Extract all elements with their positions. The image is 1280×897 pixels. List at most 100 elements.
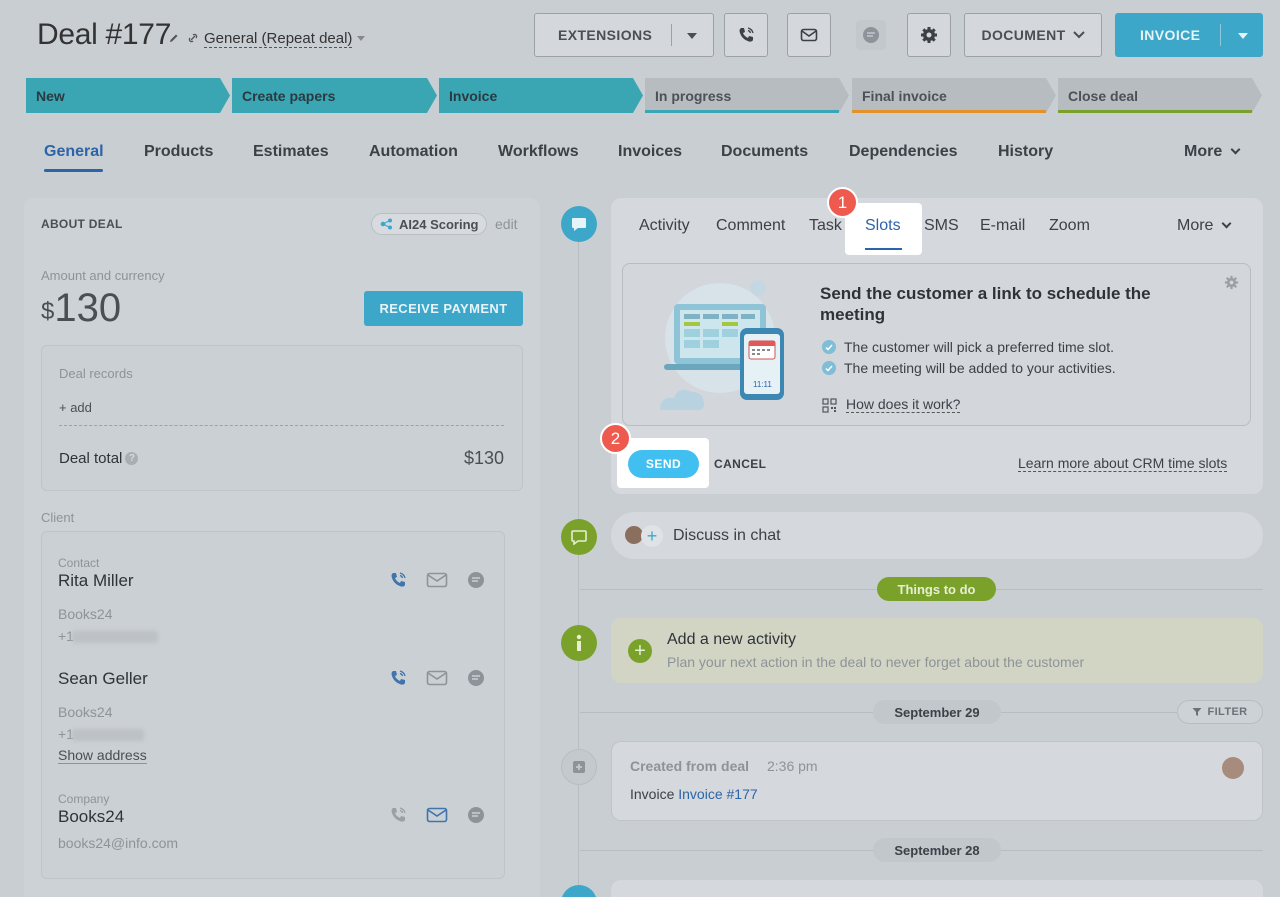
edit-link[interactable]: edit bbox=[495, 216, 518, 232]
stage-close-deal[interactable]: Close deal bbox=[1058, 78, 1262, 113]
phone-icon[interactable] bbox=[389, 806, 407, 824]
entry-body: Invoice Invoice #177 bbox=[630, 786, 758, 802]
filter-button[interactable]: FILTER bbox=[1177, 700, 1263, 724]
invoice-link[interactable]: Invoice #177 bbox=[678, 786, 757, 802]
stage-invoice[interactable]: Invoice bbox=[439, 78, 643, 113]
tab-more[interactable]: More bbox=[1184, 143, 1241, 161]
tab-products[interactable]: Products bbox=[144, 143, 213, 161]
tab-workflows[interactable]: Workflows bbox=[498, 143, 579, 161]
chat-icon bbox=[856, 20, 886, 50]
stage-create-papers[interactable]: Create papers bbox=[232, 78, 437, 113]
contact-company: Books24 bbox=[58, 606, 113, 622]
chat-icon[interactable] bbox=[467, 669, 485, 687]
ai-scoring-badge[interactable]: AI24 Scoring bbox=[371, 213, 487, 235]
date-separator: September 28 bbox=[873, 838, 1001, 862]
qr-icon bbox=[822, 397, 837, 413]
tab-invoices[interactable]: Invoices bbox=[618, 143, 682, 161]
filter-icon bbox=[1192, 708, 1202, 716]
learn-more-link[interactable]: Learn more about CRM time slots bbox=[1018, 456, 1228, 472]
deal-category[interactable]: General (Repeat deal) bbox=[204, 31, 353, 48]
contact-name[interactable]: Rita Miller bbox=[58, 571, 134, 591]
document-add-icon bbox=[573, 761, 585, 773]
tab-estimates[interactable]: Estimates bbox=[253, 143, 329, 161]
stage-label: New bbox=[36, 87, 65, 104]
chevron-down-icon[interactable] bbox=[687, 33, 697, 39]
chevron-down-icon bbox=[1222, 218, 1232, 229]
email-button[interactable] bbox=[787, 13, 831, 57]
discuss-in-chat-text: Discuss in chat bbox=[673, 527, 781, 544]
chat-button[interactable] bbox=[849, 13, 893, 57]
contact-company: Books24 bbox=[58, 704, 113, 720]
client-label: Client bbox=[41, 510, 75, 525]
editor-tab-slots[interactable]: Slots bbox=[865, 217, 901, 235]
company-email[interactable]: books24@info.com bbox=[58, 835, 178, 851]
add-activity-subtitle: Plan your next action in the deal to nev… bbox=[667, 654, 1085, 670]
contact-actions bbox=[389, 571, 485, 589]
how-it-works-link[interactable]: How does it work? bbox=[822, 397, 961, 413]
add-participant-icon[interactable]: + bbox=[641, 525, 663, 547]
invoice-label: INVOICE bbox=[1140, 27, 1201, 43]
deal-title: Deal #177 bbox=[37, 18, 172, 51]
receive-payment-button[interactable]: RECEIVE PAYMENT bbox=[364, 291, 523, 326]
mail-icon[interactable] bbox=[426, 670, 448, 686]
link-icon[interactable] bbox=[187, 33, 199, 47]
slots-feature: The meeting will be added to your activi… bbox=[822, 360, 1116, 376]
redacted-phone bbox=[72, 729, 144, 741]
editor-tab-email[interactable]: E-mail bbox=[980, 217, 1025, 235]
tab-dependencies[interactable]: Dependencies bbox=[849, 143, 957, 161]
settings-button[interactable] bbox=[907, 13, 951, 57]
add-activity-card[interactable] bbox=[611, 618, 1263, 683]
editor-tab-activity[interactable]: Activity bbox=[639, 217, 690, 235]
show-address-link[interactable]: Show address bbox=[58, 748, 147, 764]
tab-general[interactable]: General bbox=[44, 143, 104, 161]
chat-icon[interactable] bbox=[467, 806, 485, 824]
call-button[interactable] bbox=[724, 13, 768, 57]
check-icon bbox=[822, 340, 836, 354]
cancel-button[interactable]: CANCEL bbox=[714, 457, 766, 471]
timeline-entry bbox=[611, 741, 1263, 821]
phone-icon[interactable] bbox=[389, 669, 407, 687]
editor-tab-more[interactable]: More bbox=[1177, 217, 1232, 235]
amount-value: 130 bbox=[54, 286, 122, 330]
timeline-chat-marker bbox=[561, 519, 597, 555]
contact-name[interactable]: Sean Geller bbox=[58, 669, 148, 689]
editor-tab-task[interactable]: Task bbox=[809, 217, 842, 235]
phone-icon bbox=[739, 27, 754, 42]
editor-tab-comment[interactable]: Comment bbox=[716, 217, 785, 235]
editor-tab-zoom[interactable]: Zoom bbox=[1049, 217, 1090, 235]
document-button[interactable]: DOCUMENT bbox=[964, 13, 1102, 57]
stage-label: Invoice bbox=[449, 87, 498, 104]
gear-icon bbox=[1224, 275, 1239, 290]
mail-icon[interactable] bbox=[426, 572, 448, 588]
things-to-do-label: Things to do bbox=[877, 577, 996, 601]
slots-feature-text: The meeting will be added to your activi… bbox=[844, 360, 1116, 376]
plus-icon[interactable]: + bbox=[628, 639, 652, 663]
category-caret-icon[interactable] bbox=[357, 36, 365, 41]
company-name[interactable]: Books24 bbox=[58, 807, 124, 827]
stage-label: Close deal bbox=[1068, 87, 1139, 104]
chat-icon[interactable] bbox=[467, 571, 485, 589]
invoice-button[interactable]: INVOICE bbox=[1115, 13, 1263, 57]
pencil-icon[interactable] bbox=[168, 33, 183, 47]
stage-final-invoice[interactable]: Final invoice bbox=[852, 78, 1056, 113]
chevron-down-icon[interactable] bbox=[1238, 33, 1248, 39]
entry-title: Created from deal bbox=[630, 758, 750, 774]
tab-history[interactable]: History bbox=[998, 143, 1053, 161]
timeline-line bbox=[578, 225, 579, 897]
add-record-link[interactable]: + add bbox=[59, 400, 92, 415]
help-icon[interactable]: ? bbox=[125, 452, 139, 465]
settings-icon[interactable] bbox=[1224, 275, 1239, 295]
send-button[interactable]: SEND bbox=[628, 450, 699, 478]
phone-icon[interactable] bbox=[389, 571, 407, 589]
stage-new[interactable]: New bbox=[26, 78, 230, 113]
mail-icon[interactable] bbox=[426, 807, 448, 823]
stage-in-progress[interactable]: In progress bbox=[645, 78, 849, 113]
step-badge: 1 bbox=[827, 187, 858, 218]
extensions-button[interactable]: EXTENSIONS bbox=[534, 13, 714, 57]
tab-documents[interactable]: Documents bbox=[721, 143, 808, 161]
amount-label: Amount and currency bbox=[41, 268, 165, 283]
deal-total-value: $130 bbox=[464, 448, 505, 468]
editor-tab-sms[interactable]: SMS bbox=[924, 217, 959, 235]
deal-total-text: Deal total bbox=[59, 450, 123, 467]
tab-automation[interactable]: Automation bbox=[369, 143, 458, 161]
